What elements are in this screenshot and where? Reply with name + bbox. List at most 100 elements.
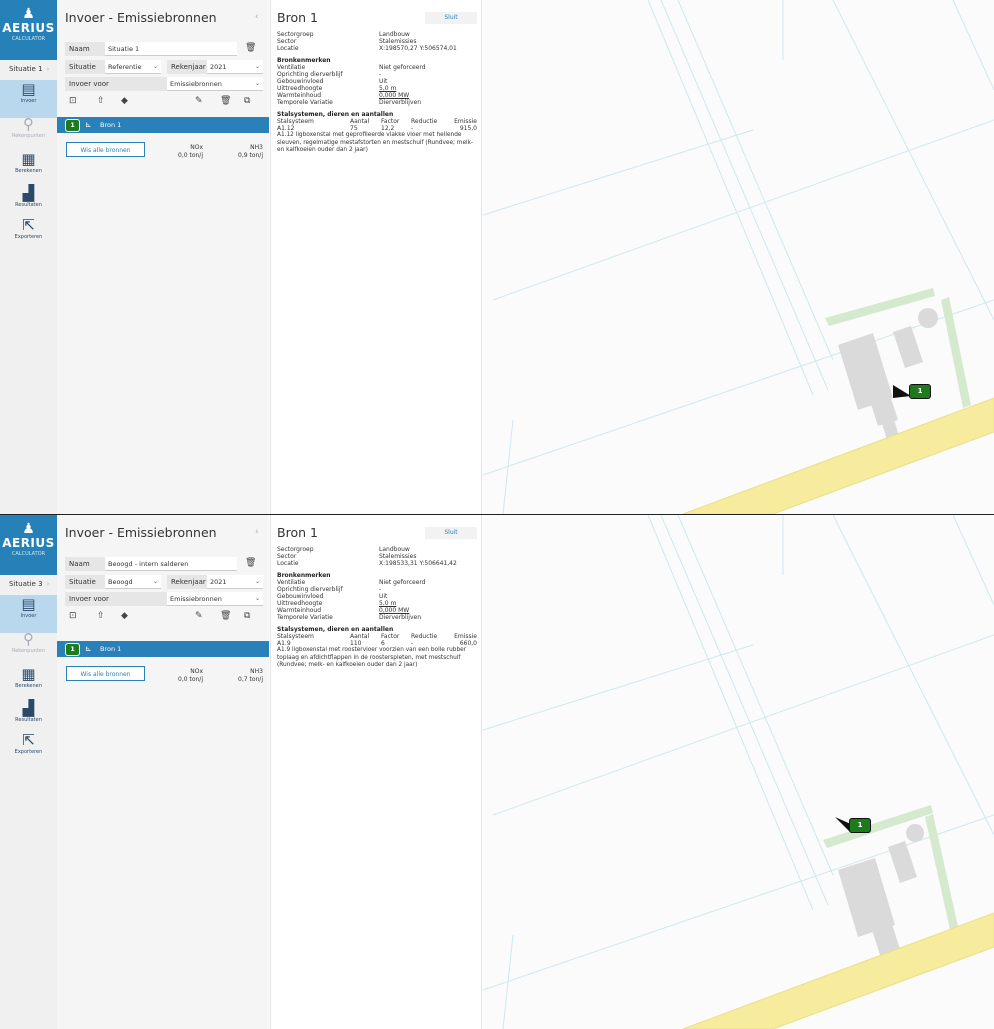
map-canvas — [483, 515, 994, 1029]
map-canvas — [483, 0, 994, 514]
clipboard-icon: ▤ — [21, 80, 36, 98]
locatie-row: Locatie X:198533,31 Y:506641,42 — [277, 560, 457, 567]
copy-icon[interactable]: ⧉ — [244, 611, 250, 621]
scenario-panel-2: ♟ AERIUS CALCULATOR Situatie 3 › ▤ Invoer… — [0, 515, 994, 1029]
stal-emissie: 660,0 — [459, 640, 477, 647]
nav-berekenen-label: Berekenen — [15, 683, 42, 689]
upload-icon[interactable]: ⇧ — [97, 611, 105, 621]
label-icon[interactable]: ◆ — [121, 611, 128, 621]
situatie-select[interactable]: Referentie ⌄ — [105, 60, 161, 74]
nav-exporteren[interactable]: ⇱ Exporteren — [0, 216, 57, 248]
temporele-label: Temporele Variatie — [277, 614, 333, 621]
ventilatie-row: Ventilatie Niet geforceerd — [277, 579, 426, 586]
situation-selector[interactable]: Situatie 1 › — [0, 62, 57, 76]
delete-icon[interactable]: 🗑 — [220, 96, 231, 106]
gebouwinvloed-row: Gebouwinvloed Uit — [277, 593, 387, 600]
source-marker[interactable]: 1 — [909, 384, 931, 399]
ventilatie-value: Niet geforceerd — [379, 64, 426, 71]
source-toolbar: ⊡ ⇧ ◆ ✎ 🗑 ⧉ — [57, 96, 269, 112]
nav-berekenen[interactable]: ▦ Berekenen — [0, 665, 57, 697]
chevron-down-icon: ⌄ — [152, 63, 158, 70]
rekenjaar-select[interactable]: 2021 ⌄ — [207, 60, 263, 74]
source-row[interactable]: 1 ⊾ Bron 1 — [57, 117, 269, 133]
edit-icon[interactable]: ✎ — [195, 96, 203, 106]
nav-invoer[interactable]: ▤ Invoer — [0, 80, 57, 118]
sectorgroep-value: Landbouw — [379, 546, 410, 553]
invoer-voor-select[interactable]: Emissiebronnen ⌄ — [167, 77, 263, 91]
add-source-icon[interactable]: ⊡ — [69, 96, 77, 106]
sector-value: Stalemissies — [379, 553, 417, 560]
sector-row: Sector Stalemissies — [277, 38, 416, 45]
source-detail-panel: Bron 1 Sluit Sectorgroep Landbouw Sector S… — [270, 515, 482, 1029]
invoer-voor-value: Emissiebronnen — [170, 595, 222, 603]
delete-situation-icon[interactable]: 🗑 — [245, 43, 256, 53]
source-detail-panel: Bron 1 Sluit Sectorgroep Landbouw Sector S… — [270, 0, 482, 514]
sectorgroep-row: Sectorgroep Landbouw — [277, 546, 410, 553]
naam-input[interactable]: Beoogd - intern salderen — [105, 557, 237, 571]
locatie-row: Locatie X:198570,27 Y:506574,01 — [277, 45, 457, 52]
upload-icon[interactable]: ⇧ — [97, 96, 105, 106]
map-view[interactable]: 1 — [483, 515, 994, 1029]
nav-berekenen[interactable]: ▦ Berekenen — [0, 150, 57, 182]
gebouwinvloed-label: Gebouwinvloed — [277, 593, 324, 600]
source-row[interactable]: 1 ⊾ Bron 1 — [57, 641, 269, 657]
nav-exporteren[interactable]: ⇱ Exporteren — [0, 731, 57, 763]
naam-input[interactable]: Situatie 1 — [105, 42, 237, 56]
map-view[interactable]: 1 — [483, 0, 994, 514]
farm-buildings — [838, 308, 938, 440]
ventilatie-label: Ventilatie — [277, 64, 306, 71]
ventilatie-row: Ventilatie Niet geforceerd — [277, 64, 426, 71]
copy-icon[interactable]: ⧉ — [244, 96, 250, 106]
close-button[interactable]: Sluit — [425, 12, 477, 24]
logo-name: AERIUS — [2, 536, 55, 550]
nh3-value: 0,9 ton/j — [238, 152, 263, 159]
situatie-select[interactable]: Beoogd ⌄ — [105, 575, 161, 589]
collapse-icon[interactable]: ‹ — [255, 12, 259, 22]
page-title: Invoer - Emissiebronnen — [65, 10, 217, 25]
oprichting-label: Oprichting dierverblijf — [277, 71, 343, 78]
aerius-logo-icon: ♟ — [22, 6, 35, 22]
road — [682, 397, 994, 514]
sectorgroep-label: Sectorgroep — [277, 31, 314, 38]
nav-invoer[interactable]: ▤ Invoer — [0, 595, 57, 633]
add-source-icon[interactable]: ⊡ — [69, 611, 77, 621]
col-stalsysteem: Stalsysteem — [277, 633, 314, 640]
nav-resultaten[interactable]: ▟ Resultaten — [0, 184, 57, 216]
col-emissie: Emissie — [454, 633, 477, 640]
location-pin-icon: ⚲ — [23, 115, 34, 133]
label-icon[interactable]: ◆ — [121, 96, 128, 106]
delete-situation-icon[interactable]: 🗑 — [245, 558, 256, 568]
locatie-value: X:198533,31 Y:506641,42 — [379, 560, 457, 567]
farm-buildings — [838, 824, 924, 958]
locatie-label: Locatie — [277, 560, 299, 567]
bronkenmerken-header: Bronkenmerken — [277, 572, 331, 579]
close-button[interactable]: Sluit — [425, 527, 477, 539]
stal-description: A1.12 ligboxenstal met geprofileerde vla… — [277, 132, 474, 153]
rekenjaar-select[interactable]: 2021 ⌄ — [207, 575, 263, 589]
clear-all-sources-button[interactable]: Wis alle bronnen — [66, 666, 145, 681]
temporele-row: Temporele Variatie Dierverblijven — [277, 99, 421, 106]
collapse-icon[interactable]: ‹ — [255, 527, 259, 537]
nox-label: NOx — [190, 144, 203, 151]
delete-icon[interactable]: 🗑 — [220, 611, 231, 621]
sector-value: Stalemissies — [379, 38, 417, 45]
nox-label: NOx — [190, 668, 203, 675]
nav-rekenpunten[interactable]: ⚲ Rekenpunten — [0, 630, 57, 662]
edit-icon[interactable]: ✎ — [195, 611, 203, 621]
clear-all-sources-button[interactable]: Wis alle bronnen — [66, 142, 145, 157]
nav-rekenpunten[interactable]: ⚲ Rekenpunten — [0, 115, 57, 147]
invoer-voor-select[interactable]: Emissiebronnen ⌄ — [167, 592, 263, 606]
barn-icon: ⊾ — [85, 120, 92, 129]
bronkenmerken-header: Bronkenmerken — [277, 57, 331, 64]
situation-selector[interactable]: Situatie 3 › — [0, 577, 57, 591]
source-number-badge: 1 — [65, 119, 80, 132]
aerius-logo[interactable]: ♟ AERIUS CALCULATOR — [0, 0, 57, 60]
nh3-total: NH3 0,7 ton/j — [217, 668, 263, 684]
temporele-value: Dierverblijven — [379, 614, 422, 621]
oprichting-value: - — [379, 586, 382, 593]
stal-description: A1.9 ligboxenstal met roostervloer voorz… — [277, 647, 467, 668]
source-marker[interactable]: 1 — [849, 818, 871, 833]
nav-resultaten[interactable]: ▟ Resultaten — [0, 699, 57, 731]
aerius-logo[interactable]: ♟ AERIUS CALCULATOR — [0, 515, 57, 575]
source-number-badge: 1 — [65, 643, 80, 656]
